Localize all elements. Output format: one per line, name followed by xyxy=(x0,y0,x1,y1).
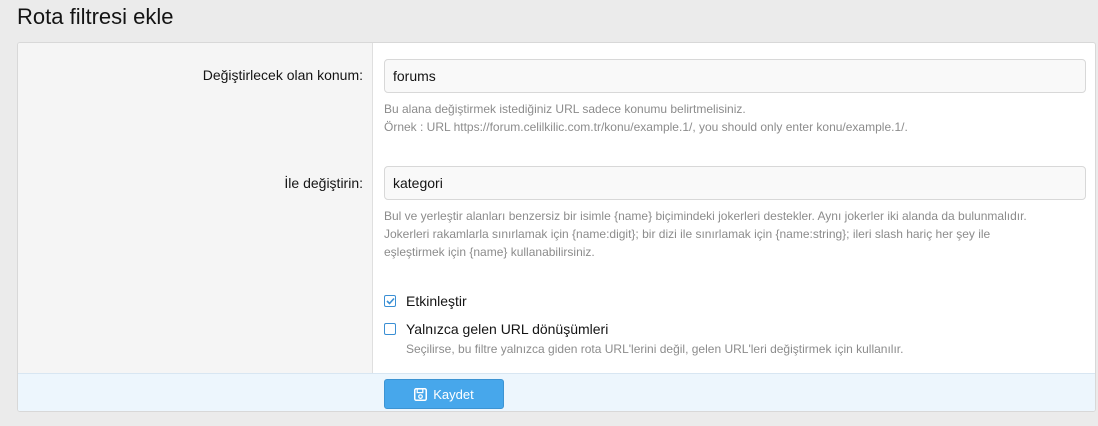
label-column xyxy=(18,43,373,373)
form-block: Değiştirlecek olan konum: Bu alana değiş… xyxy=(17,42,1096,412)
save-button[interactable]: Kaydet xyxy=(384,379,504,409)
find-route-explain-line1: Bu alana değiştirmek istediğiniz URL sad… xyxy=(384,102,746,116)
incoming-only-option-label: Yalnızca gelen URL dönüşümleri xyxy=(406,321,609,337)
enable-checkbox[interactable] xyxy=(384,295,396,307)
incoming-only-option[interactable]: Yalnızca gelen URL dönüşümleri xyxy=(384,319,608,339)
replace-route-explain-line3: eşleştirmek için {name} kullanabilirsini… xyxy=(384,245,595,259)
replace-route-explain: Bul ve yerleştir alanları benzersiz bir … xyxy=(384,207,1084,261)
save-button-label: Kaydet xyxy=(433,386,474,402)
page-title: Rota filtresi ekle xyxy=(17,4,174,29)
find-route-label: Değiştirlecek olan konum: xyxy=(202,67,363,83)
checkmark-icon xyxy=(385,297,395,305)
incoming-only-hint: Seçilirse, bu filtre yalnızca giden rota… xyxy=(406,342,904,356)
enable-option[interactable]: Etkinleştir xyxy=(384,291,467,311)
incoming-only-checkbox[interactable] xyxy=(384,323,396,335)
replace-route-explain-line1: Bul ve yerleştir alanları benzersiz bir … xyxy=(384,209,1027,223)
find-route-input[interactable] xyxy=(384,59,1086,93)
enable-option-label: Etkinleştir xyxy=(406,293,467,309)
replace-route-explain-line2: Jokerleri rakamlarla sınırlamak için {na… xyxy=(384,227,991,241)
replace-route-input[interactable] xyxy=(384,166,1086,200)
submit-row: Kaydet xyxy=(18,373,1095,411)
find-route-explain-line2: Örnek : URL https://forum.celilkilic.com… xyxy=(384,120,908,134)
replace-route-label: İle değiştirin: xyxy=(284,175,363,191)
find-route-explain: Bu alana değiştirmek istediğiniz URL sad… xyxy=(384,100,1084,136)
save-icon xyxy=(414,387,428,401)
